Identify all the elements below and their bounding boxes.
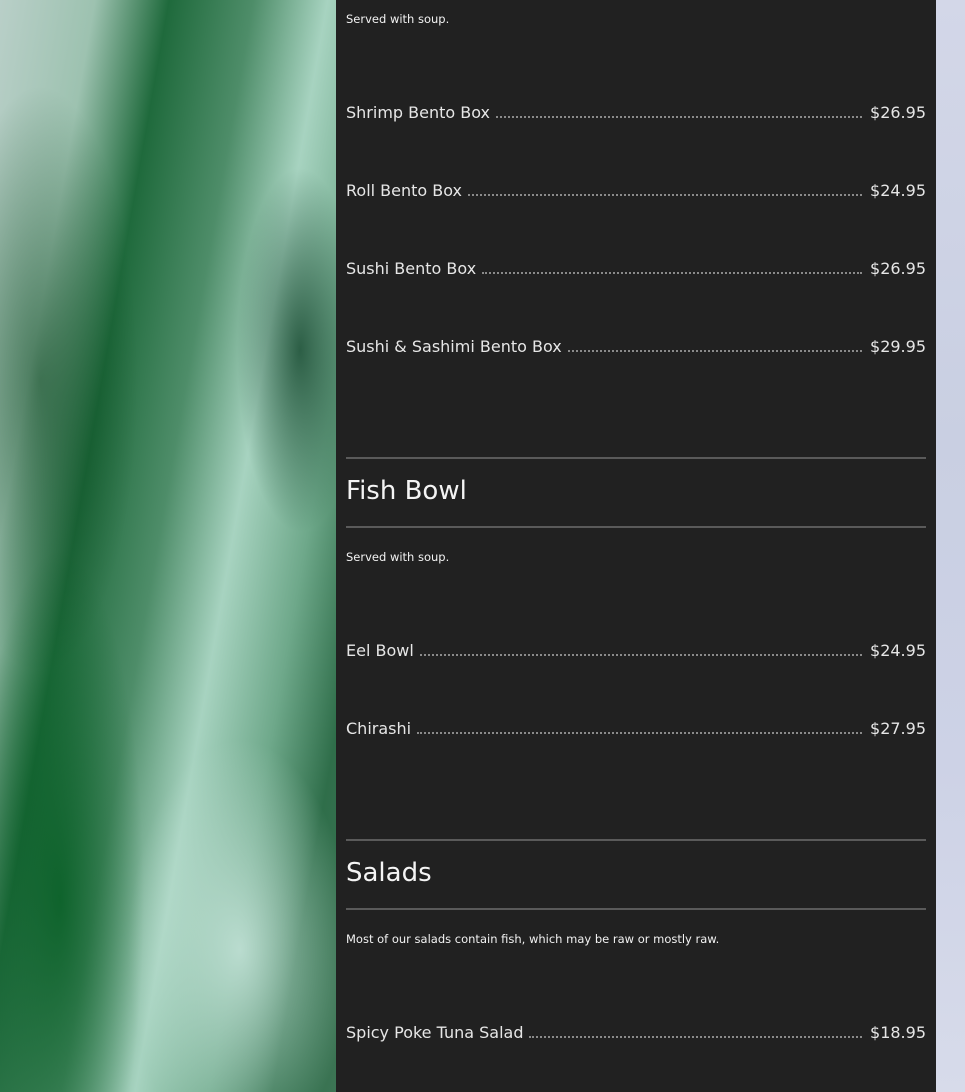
menu-item: Sushi & Sashimi Bento Box $29.95 (346, 333, 926, 357)
menu-item-price: $26.95 (870, 259, 926, 278)
dot-leader (496, 115, 863, 118)
menu-item: Sushi Bento Box $26.95 (346, 255, 926, 279)
menu-item-price: $24.95 (870, 641, 926, 660)
section-divider-top (346, 457, 926, 459)
dot-leader (482, 271, 863, 274)
dot-leader (417, 731, 863, 734)
menu-item: Roll Bento Box $24.95 (346, 177, 926, 201)
menu-item: Chirashi $27.95 (346, 715, 926, 739)
menu-item-price: $27.95 (870, 719, 926, 738)
right-margin-strip (936, 0, 965, 1092)
menu-item-name: Roll Bento Box (346, 181, 463, 200)
menu-item-price: $24.95 (870, 181, 926, 200)
section-divider-bottom (346, 908, 926, 910)
menu-panel: Served with soup. Shrimp Bento Box $26.9… (336, 0, 936, 1092)
menu-item-name: Sushi & Sashimi Bento Box (346, 337, 562, 356)
section-title-salads: Salads (346, 858, 432, 888)
menu-item: Eel Bowl $24.95 (346, 637, 926, 661)
menu-item-name: Chirashi (346, 719, 412, 738)
section-title-fish-bowl: Fish Bowl (346, 476, 467, 506)
dot-leader (567, 349, 863, 352)
menu-item-price: $26.95 (870, 103, 926, 122)
section-divider-top (346, 839, 926, 841)
menu-item-price: $18.95 (870, 1023, 926, 1042)
menu-item-name: Spicy Poke Tuna Salad (346, 1023, 524, 1042)
menu-item-name: Shrimp Bento Box (346, 103, 490, 122)
background-photo (0, 0, 336, 1092)
menu-item-price: $29.95 (870, 337, 926, 356)
menu-item: Spicy Poke Tuna Salad $18.95 (346, 1019, 926, 1043)
page: Served with soup. Shrimp Bento Box $26.9… (0, 0, 965, 1092)
dot-leader (529, 1035, 863, 1038)
section-divider-bottom (346, 526, 926, 528)
fish-bowl-note: Served with soup. (346, 550, 450, 564)
menu-item: Shrimp Bento Box $26.95 (346, 99, 926, 123)
salads-note: Most of our salads contain fish, which m… (346, 932, 720, 946)
dot-leader (468, 193, 863, 196)
menu-item-name: Sushi Bento Box (346, 259, 477, 278)
bento-note: Served with soup. (346, 12, 450, 26)
dot-leader (419, 653, 863, 656)
menu-item-name: Eel Bowl (346, 641, 414, 660)
